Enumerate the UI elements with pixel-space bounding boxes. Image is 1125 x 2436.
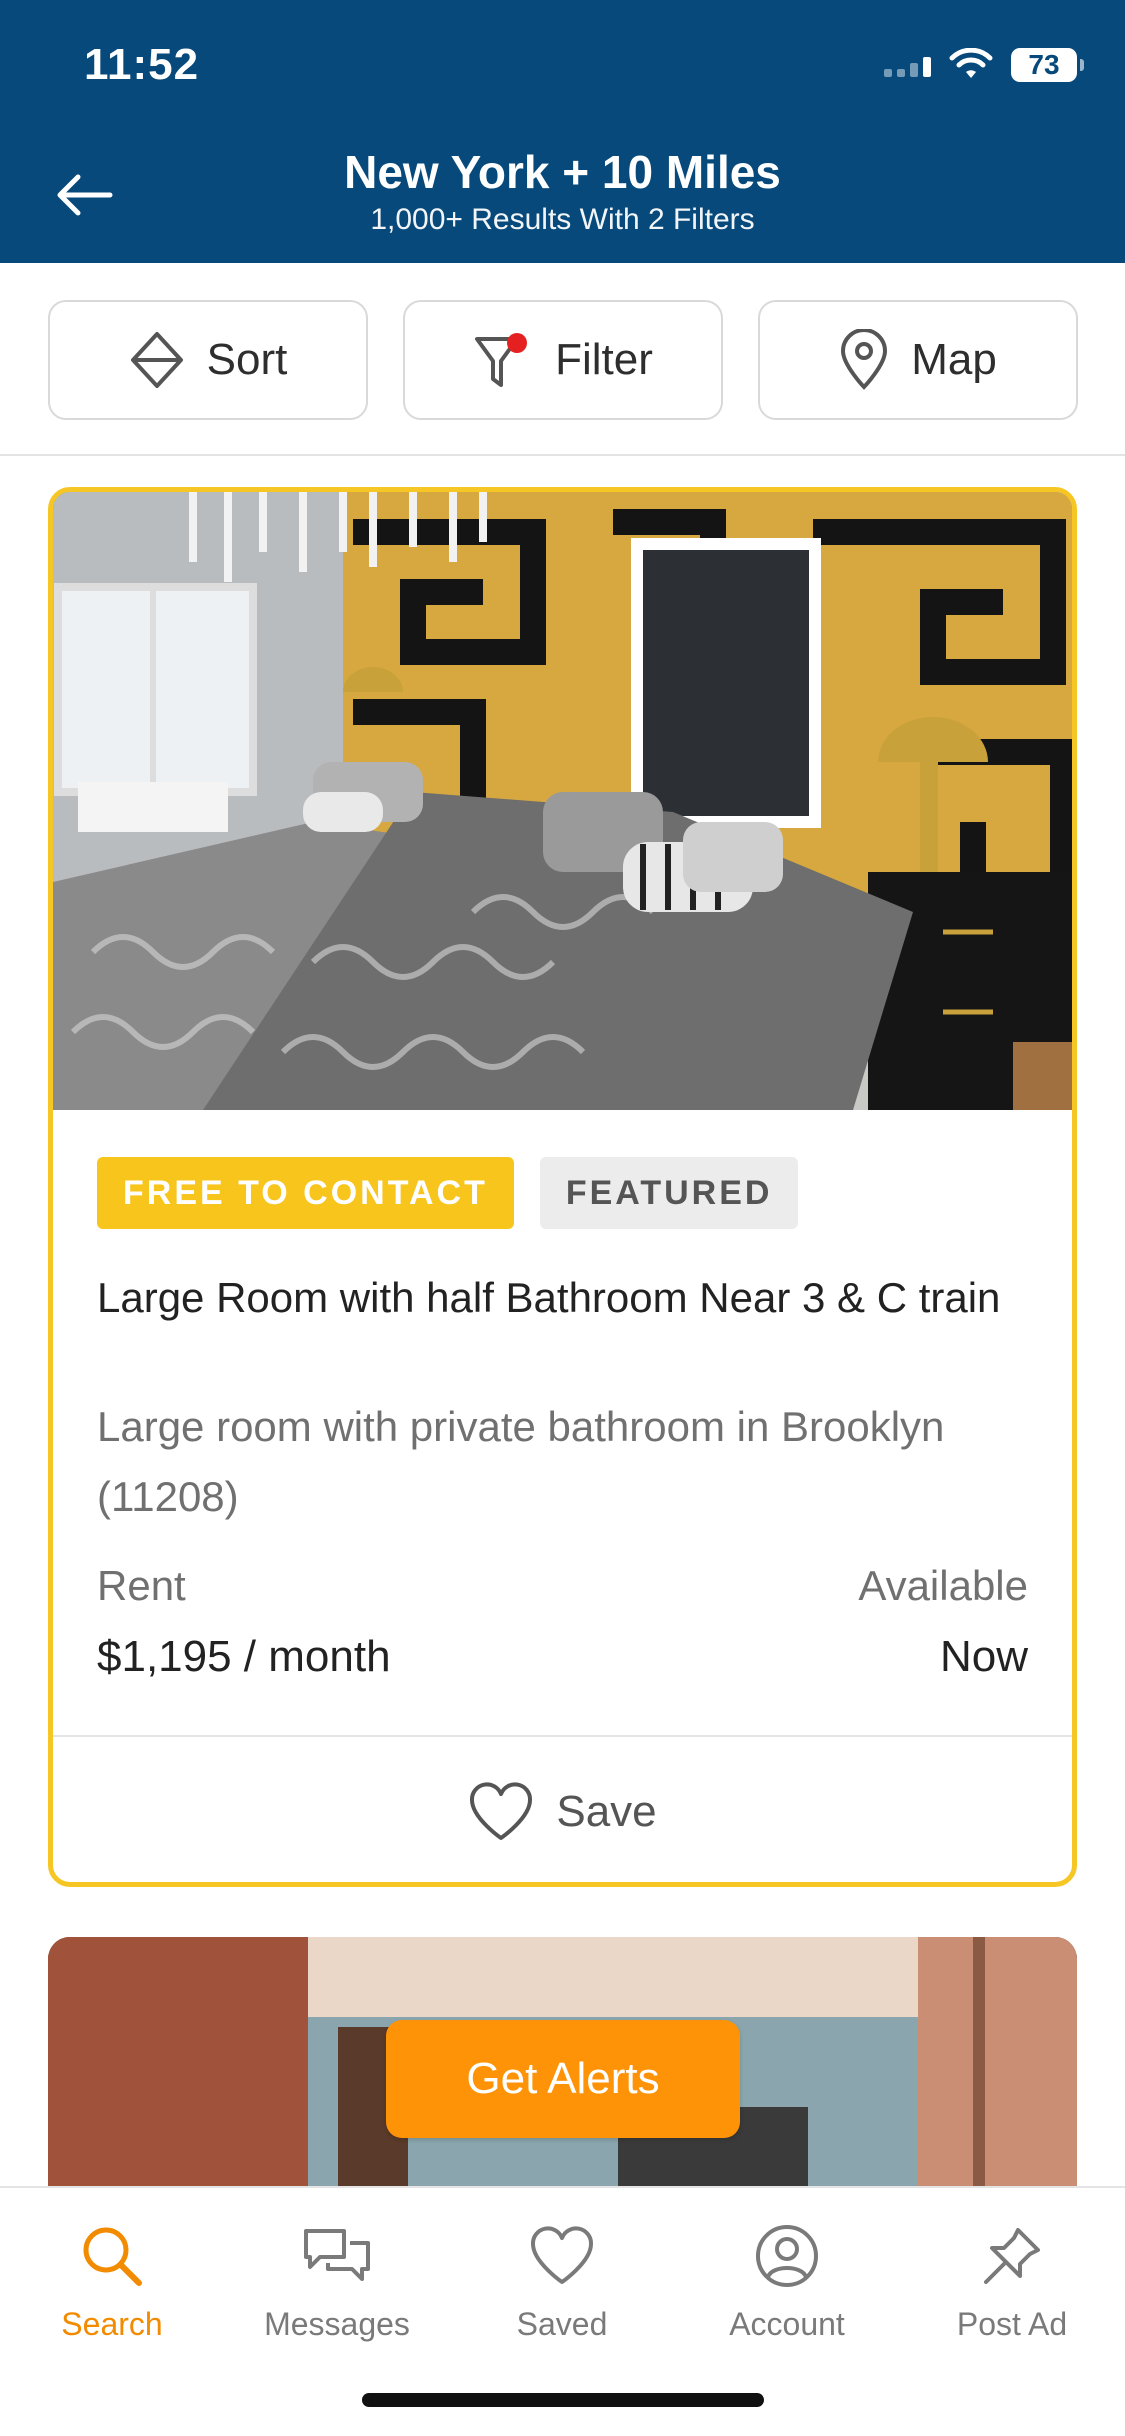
listing-description: Large room with private bathroom in Broo… — [97, 1403, 945, 1520]
tab-post-ad-label: Post Ad — [956, 2306, 1068, 2342]
filter-label: Filter — [555, 335, 653, 384]
tab-saved[interactable]: Saved — [462, 2216, 662, 2343]
free-to-contact-badge: FREE TO CONTACT — [97, 1157, 514, 1229]
map-pin-icon — [841, 329, 888, 390]
sort-button[interactable]: Sort — [48, 300, 368, 420]
tab-search[interactable]: Search — [12, 2216, 212, 2343]
sort-icon — [130, 332, 183, 388]
tab-account[interactable]: Account — [687, 2216, 887, 2343]
filter-icon — [475, 333, 528, 387]
get-alerts-button[interactable]: Get Alerts — [386, 2020, 740, 2138]
status-icons: 73 — [884, 48, 1084, 82]
tab-messages-label: Messages — [264, 2306, 410, 2342]
save-button[interactable]: Save — [53, 1737, 1072, 1882]
search-icon — [83, 2227, 142, 2286]
account-icon — [756, 2225, 818, 2287]
featured-badge: FEATURED — [539, 1157, 799, 1229]
home-indicator — [362, 2393, 764, 2407]
map-button[interactable]: Map — [758, 300, 1078, 420]
tab-post-ad[interactable]: Post Ad — [912, 2216, 1112, 2343]
heart-icon — [470, 1782, 533, 1840]
map-label: Map — [911, 335, 997, 384]
tab-account-label: Account — [729, 2306, 845, 2342]
header-bar: 11:52 73 New York + 10 Miles 1,000+ Resu… — [0, 0, 1125, 263]
tab-search-label: Search — [61, 2306, 163, 2342]
results-summary: 1,000+ Results With 2 Filters — [370, 203, 755, 236]
rent-label: Rent — [97, 1562, 186, 1609]
battery-icon: 73 — [1011, 48, 1084, 82]
messages-icon — [304, 2229, 370, 2281]
listing-badges: FREE TO CONTACT FEATURED — [97, 1157, 799, 1229]
available-label: Available — [858, 1562, 1028, 1609]
available-value: Now — [939, 1632, 1028, 1681]
rent-value: $1,195 / month — [97, 1632, 391, 1681]
filter-button[interactable]: Filter — [403, 300, 723, 420]
sort-label: Sort — [206, 335, 288, 384]
header-title-group: New York + 10 Miles 1,000+ Results With … — [0, 144, 1125, 240]
cellular-signal-icon — [884, 53, 931, 77]
filter-toolbar: Sort Filter Map — [0, 263, 1125, 456]
status-time: 11:52 — [84, 40, 200, 89]
tab-messages[interactable]: Messages — [237, 2216, 437, 2343]
listing-photo[interactable] — [53, 492, 1072, 1110]
listing-card[interactable]: FREE TO CONTACT FEATURED Large Room with… — [48, 487, 1077, 1887]
heart-icon — [530, 2226, 594, 2284]
page-title: New York + 10 Miles — [344, 146, 781, 198]
pin-icon — [984, 2228, 1040, 2284]
app-screen: 11:52 73 New York + 10 Miles 1,000+ Resu… — [0, 0, 1125, 2436]
tab-saved-label: Saved — [516, 2306, 608, 2342]
save-label: Save — [556, 1787, 657, 1836]
wifi-icon — [949, 48, 993, 78]
listing-title[interactable]: Large Room with half Bathroom Near 3 & C… — [97, 1270, 1027, 1326]
bedroom-photo-image — [53, 492, 1072, 1110]
